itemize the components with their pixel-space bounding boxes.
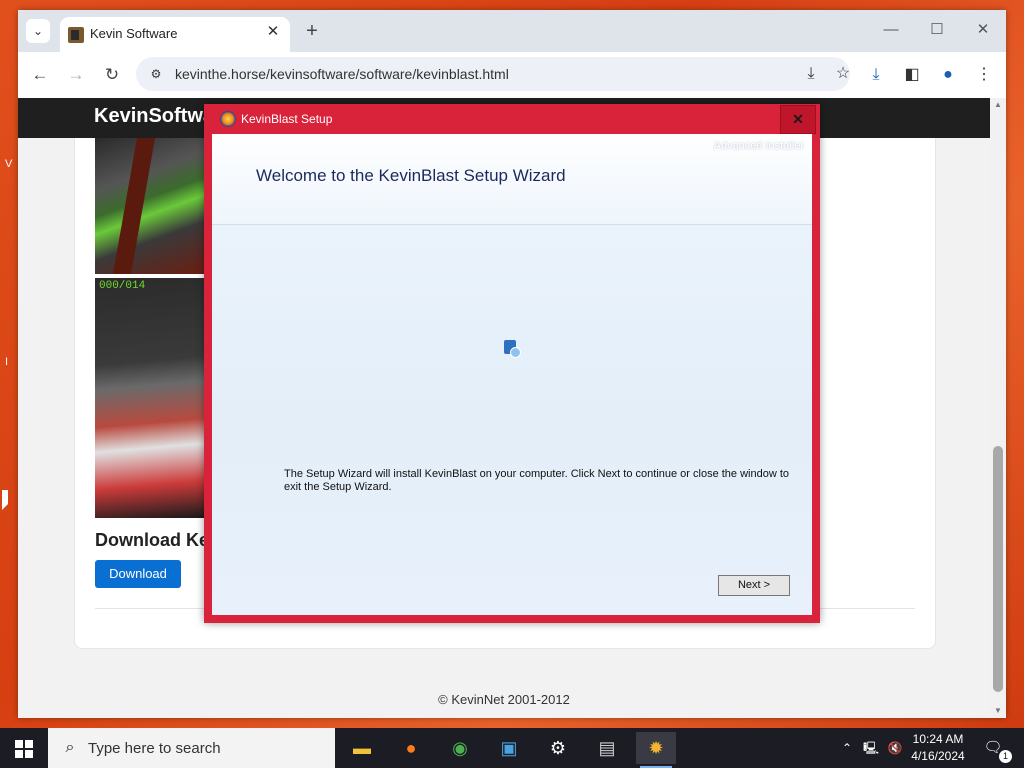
loading-icon — [504, 340, 521, 358]
window-close-icon[interactable]: ✕ — [963, 18, 1003, 42]
search-placeholder[interactable]: Type here to search — [88, 740, 221, 757]
installer-app-icon[interactable]: ▤ — [587, 732, 627, 764]
favicon-icon — [68, 27, 84, 43]
tab-close-icon[interactable]: ✕ — [264, 23, 282, 41]
site-info-icon[interactable]: ⚙ — [148, 66, 164, 82]
scroll-thumb[interactable] — [993, 446, 1003, 692]
start-button[interactable] — [0, 728, 48, 768]
install-icon[interactable]: ⤓ — [801, 64, 821, 84]
kevinblast-setup-taskbar-icon[interactable]: ✹ — [636, 732, 676, 768]
tray-chevron-icon[interactable]: ⌃ — [839, 740, 855, 756]
clock-date: 4/16/2024 — [911, 749, 965, 763]
new-tab-icon[interactable]: + — [300, 20, 324, 44]
clock-time: 10:24 AM — [912, 732, 964, 746]
search-icon: ⌕ — [65, 739, 75, 756]
notification-badge: 1 — [999, 750, 1012, 763]
next-button[interactable]: Next > — [718, 575, 790, 596]
game-screenshot — [95, 138, 205, 274]
maximize-icon[interactable]: ☐ — [917, 18, 957, 42]
download-heading: Download Ke — [95, 530, 210, 550]
taskbar-search[interactable]: ⌕ Type here to search — [48, 728, 335, 768]
back-icon[interactable]: ← — [28, 63, 52, 87]
desktop-edge-text: I — [5, 356, 9, 368]
browser-toolbar: ← → ↻ ⚙ kevinthe.horse/kevinsoftware/sof… — [18, 52, 1006, 98]
system-clock[interactable]: 10:24 AM 4/16/2024 — [902, 731, 974, 765]
profile-icon[interactable]: ● — [936, 63, 960, 87]
desktop-edge-text: V — [5, 158, 13, 170]
download-button[interactable]: Download — [95, 560, 181, 588]
mouse-pointer-icon — [2, 490, 8, 510]
file-explorer-icon[interactable]: ▬ — [342, 732, 382, 764]
network-app-icon[interactable]: ▣ — [489, 732, 529, 764]
game-screenshot: 000/014 — [95, 278, 205, 518]
page-footer: © KevinNet 2001-2012 — [438, 692, 570, 707]
tab-kevin-software[interactable]: Kevin Software ✕ — [60, 17, 290, 52]
dialog-titlebar[interactable]: KevinBlast Setup ✕ — [204, 104, 820, 134]
settings-icon[interactable]: ⚙ — [538, 732, 578, 764]
wizard-description: The Setup Wizard will install KevinBlast… — [284, 468, 790, 493]
dialog-body: Advanced Installer Welcome to the KevinB… — [212, 134, 812, 615]
wizard-heading: Welcome to the KevinBlast Setup Wizard — [256, 166, 566, 185]
volume-mute-icon[interactable]: 🔇 — [887, 740, 903, 756]
hud-counter: 000/014 — [99, 280, 146, 292]
downloads-icon[interactable]: ⤓ — [864, 63, 888, 87]
dialog-close-button[interactable]: ✕ — [780, 105, 816, 134]
kevinblast-app-icon — [220, 111, 236, 127]
dialog-header-banner: Advanced Installer Welcome to the KevinB… — [212, 134, 812, 225]
side-panel-icon[interactable]: ◧ — [900, 63, 924, 87]
firefox-icon[interactable]: ● — [391, 732, 431, 764]
network-icon[interactable]: 🖳 — [863, 740, 879, 756]
taskbar: ⌕ Type here to search ▬ ● ◉ ▣ ⚙ ▤ ✹ ⌃ 🖳 … — [0, 728, 1024, 768]
scroll-up-icon[interactable]: ▲ — [990, 98, 1006, 112]
tab-search-icon[interactable]: ⌄ — [26, 19, 50, 43]
menu-icon[interactable]: ⋮ — [972, 63, 996, 87]
address-bar[interactable]: ⚙ kevinthe.horse/kevinsoftware/software/… — [136, 57, 850, 91]
bookmark-star-icon[interactable]: ☆ — [833, 64, 853, 84]
page-scrollbar[interactable]: ▲ ▼ — [990, 98, 1006, 718]
tab-strip: ⌄ Kevin Software ✕ + — ☐ ✕ — [18, 10, 1006, 52]
dialog-title: KevinBlast Setup — [241, 112, 333, 126]
setup-dialog: KevinBlast Setup ✕ Advanced Installer We… — [204, 104, 820, 623]
minimize-icon[interactable]: — — [871, 18, 911, 42]
reload-icon[interactable]: ↻ — [100, 63, 124, 87]
installer-brandmark: Advanced Installer — [713, 140, 805, 152]
chrome-icon[interactable]: ◉ — [440, 732, 480, 764]
scroll-down-icon[interactable]: ▼ — [990, 704, 1006, 718]
forward-icon[interactable]: → — [64, 63, 88, 87]
site-brand[interactable]: KevinSoftwa — [94, 105, 214, 128]
tab-title: Kevin Software — [90, 26, 178, 41]
url-text[interactable]: kevinthe.horse/kevinsoftware/software/ke… — [175, 66, 509, 82]
